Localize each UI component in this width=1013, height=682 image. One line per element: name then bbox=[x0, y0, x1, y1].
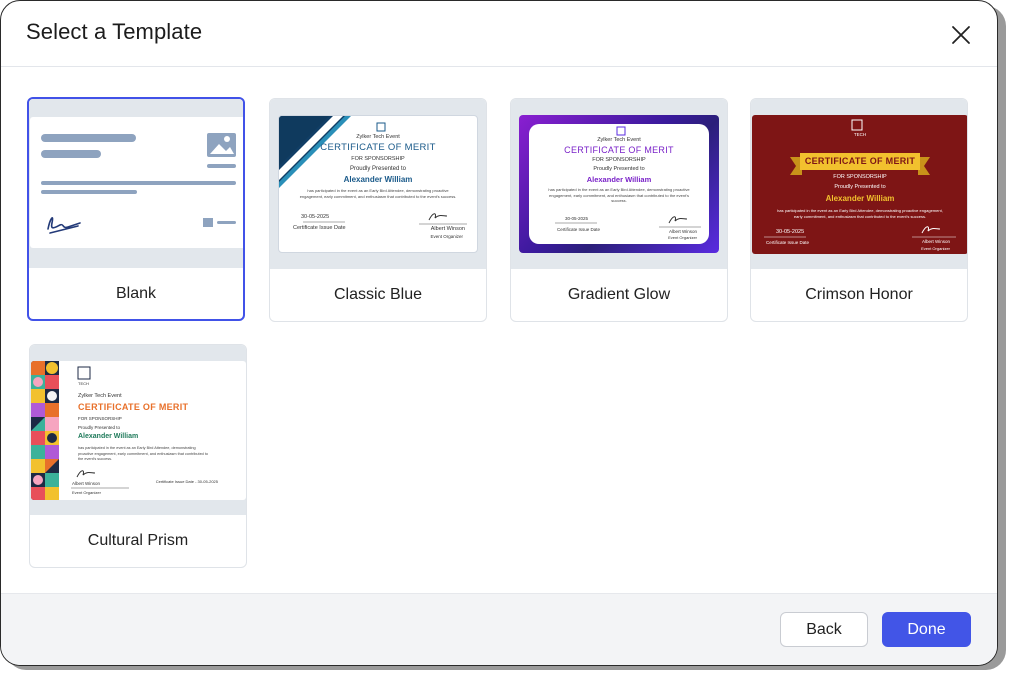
template-name: Cultural Prism bbox=[87, 532, 189, 549]
cert-signer: Albert Winson bbox=[921, 239, 950, 244]
cert-presented: Proudly Presented to bbox=[593, 166, 645, 172]
template-thumbnail: TECH Zylker Tech Event CERTIFICATE OF ME… bbox=[30, 345, 246, 515]
cert-heading: CERTIFICATE OF MERIT bbox=[564, 145, 674, 155]
cert-event: Zylker Tech Event bbox=[356, 134, 400, 140]
template-name: Blank bbox=[115, 285, 157, 302]
cert-sub: FOR SPONSORSHIP bbox=[78, 416, 122, 421]
cert-date: 30-05-2025 bbox=[776, 229, 805, 235]
select-template-dialog: Select a Template Blank Zylker Tech Even… bbox=[0, 0, 998, 666]
template-card-gradient-glow[interactable]: Zylker Tech Event CERTIFICATE OF MERIT F… bbox=[510, 98, 728, 322]
prism-pattern bbox=[31, 361, 59, 500]
cert-signer-role: Event Organizer bbox=[430, 234, 463, 239]
cert-date-inline: Certificate Issue Date - 30-05-2025 bbox=[155, 479, 218, 484]
certificate-preview: Zylker Tech Event CERTIFICATE OF MERIT F… bbox=[519, 115, 719, 253]
cert-body: has participated in the event as an Earl… bbox=[299, 188, 457, 199]
cert-body: has participated in the event as an Earl… bbox=[548, 187, 690, 203]
cert-signer: Albert Winson bbox=[668, 229, 697, 234]
cert-event: Zylker Tech Event bbox=[78, 393, 122, 399]
certificate-preview: TECH Zylker Tech Event CERTIFICATE OF ME… bbox=[31, 361, 246, 500]
cert-date-label: Certificate Issue Date bbox=[766, 240, 810, 245]
done-button[interactable]: Done bbox=[882, 612, 971, 647]
cert-signer: Albert Winson bbox=[430, 226, 465, 232]
cert-sub: FOR SPONSORSHIP bbox=[833, 174, 887, 180]
template-thumbnail: Zylker Tech Event CERTIFICATE OF MERIT F… bbox=[270, 99, 486, 269]
cert-signer-role: Event Organizer bbox=[72, 490, 101, 495]
cert-event: Zylker Tech Event bbox=[597, 137, 641, 143]
back-button[interactable]: Back bbox=[780, 612, 868, 647]
cert-recipient: Alexander William bbox=[343, 175, 413, 184]
template-name: Classic Blue bbox=[333, 286, 423, 303]
cert-presented: Proudly Presented to bbox=[78, 425, 121, 430]
dialog-title: Select a Template bbox=[26, 19, 203, 44]
cert-sub: FOR SPONSORSHIP bbox=[351, 156, 405, 162]
cert-signer-role: Event Organizer bbox=[921, 246, 950, 251]
cert-date: 30-05-2025 bbox=[565, 216, 589, 221]
cert-signer: Albert Winson bbox=[72, 481, 101, 486]
template-thumbnail: TECH CERTIFICATE OF MERIT FOR SPONSORSHI… bbox=[751, 99, 967, 269]
cert-presented: Proudly Presented to bbox=[349, 166, 407, 172]
cert-date-label: Certificate Issue Date bbox=[557, 227, 601, 232]
template-card-cultural-prism[interactable]: TECH Zylker Tech Event CERTIFICATE OF ME… bbox=[29, 344, 247, 568]
cert-logo-text: TECH bbox=[853, 132, 867, 137]
template-thumbnail bbox=[29, 99, 243, 268]
cert-logo-text: TECH bbox=[78, 381, 89, 386]
cert-body: has participated in the event as an Earl… bbox=[78, 446, 209, 461]
cert-sub: FOR SPONSORSHIP bbox=[592, 157, 646, 163]
cert-body: has participated in the event as an Earl… bbox=[777, 208, 943, 219]
template-name: Gradient Glow bbox=[567, 286, 671, 303]
template-name: Crimson Honor bbox=[805, 286, 913, 303]
cert-recipient: Alexander William bbox=[825, 194, 895, 203]
dialog-footer: Back Done bbox=[1, 593, 997, 665]
cert-recipient: Alexander William bbox=[78, 433, 139, 440]
cert-date-label: Certificate Issue Date bbox=[293, 225, 346, 231]
cert-heading: CERTIFICATE OF MERIT bbox=[78, 402, 189, 412]
blank-preview bbox=[30, 117, 243, 248]
certificate-preview: TECH CERTIFICATE OF MERIT FOR SPONSORSHI… bbox=[752, 115, 967, 254]
cert-date: 30-05-2025 bbox=[301, 214, 330, 220]
template-thumbnail: Zylker Tech Event CERTIFICATE OF MERIT F… bbox=[511, 99, 727, 269]
cert-presented: Proudly Presented to bbox=[834, 184, 886, 190]
template-card-crimson-honor[interactable]: TECH CERTIFICATE OF MERIT FOR SPONSORSHI… bbox=[750, 98, 968, 322]
certificate-preview: Zylker Tech Event CERTIFICATE OF MERIT F… bbox=[278, 115, 478, 253]
dialog-header: Select a Template bbox=[1, 1, 997, 67]
close-icon[interactable] bbox=[949, 23, 973, 47]
cert-recipient: Alexander William bbox=[586, 175, 652, 184]
cert-heading: CERTIFICATE OF MERIT bbox=[320, 142, 436, 153]
template-card-blank[interactable]: Blank bbox=[27, 97, 245, 321]
template-card-classic-blue[interactable]: Zylker Tech Event CERTIFICATE OF MERIT F… bbox=[269, 98, 487, 322]
cert-signer-role: Event Organizer bbox=[668, 235, 697, 240]
cert-heading: CERTIFICATE OF MERIT bbox=[804, 156, 916, 166]
